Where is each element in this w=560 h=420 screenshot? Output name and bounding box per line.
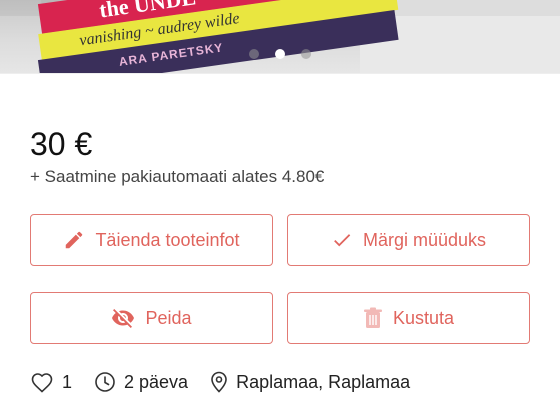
edit-listing-label: Täienda tooteinfot bbox=[95, 229, 240, 250]
hide-listing-button[interactable]: Peida bbox=[30, 292, 273, 344]
carousel-indicator bbox=[0, 49, 560, 59]
edit-listing-button[interactable]: Täienda tooteinfot bbox=[30, 214, 273, 266]
listing-meta: 1 2 päeva Raplamaa, Raplamaa bbox=[30, 370, 432, 394]
carousel-dot-active[interactable] bbox=[275, 49, 285, 59]
trash-icon bbox=[363, 307, 382, 328]
listing-location-value: Raplamaa, Raplamaa bbox=[236, 371, 411, 392]
likes-count[interactable]: 1 bbox=[30, 371, 72, 393]
price: 30 € bbox=[30, 126, 93, 162]
carousel-dot[interactable] bbox=[249, 49, 259, 59]
listing-age-value: 2 päeva bbox=[124, 371, 189, 392]
carousel-dot[interactable] bbox=[301, 49, 311, 59]
shipping-info: + Saatmine pakiautomaati alates 4.80€ bbox=[30, 167, 325, 186]
delete-listing-label: Kustuta bbox=[392, 307, 455, 328]
delete-listing-button[interactable]: Kustuta bbox=[287, 292, 530, 344]
eye-off-icon bbox=[112, 309, 135, 328]
divider bbox=[0, 73, 560, 74]
listing-location: Raplamaa, Raplamaa bbox=[210, 371, 410, 393]
mark-sold-label: Märgi müüduks bbox=[362, 229, 487, 250]
mark-sold-button[interactable]: Märgi müüduks bbox=[287, 214, 530, 266]
likes-value: 1 bbox=[62, 371, 73, 392]
hide-listing-label: Peida bbox=[145, 307, 192, 328]
checkmark-icon bbox=[334, 234, 351, 247]
listing-age: 2 päeva bbox=[94, 371, 188, 393]
clock-icon bbox=[95, 372, 115, 392]
location-pin-icon bbox=[211, 371, 227, 393]
heart-icon bbox=[31, 373, 53, 393]
pencil-icon bbox=[66, 231, 83, 249]
product-photo-carousel[interactable]: the UNDE vanishing ~ audrey wilde ARA PA… bbox=[0, 0, 560, 73]
